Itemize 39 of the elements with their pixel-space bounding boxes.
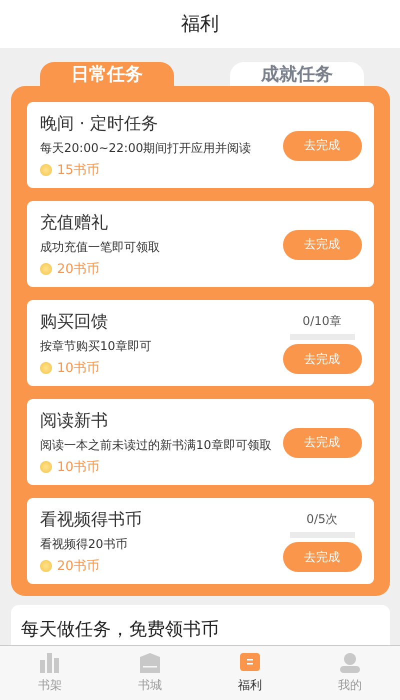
coin-icon bbox=[40, 362, 52, 374]
nav-item[interactable]: 书城 bbox=[100, 646, 200, 700]
task-title: 看视频得书币 bbox=[40, 509, 143, 531]
task-title: 阅读新书 bbox=[40, 410, 109, 432]
gift-card-icon bbox=[240, 652, 260, 672]
task-description: 每天20:00~22:00期间打开应用并阅读 bbox=[40, 140, 252, 157]
reward-text: 20书币 bbox=[57, 558, 100, 575]
nav-item[interactable]: 我的 bbox=[300, 646, 400, 700]
progress-text: 0/10章 bbox=[302, 313, 342, 330]
complete-button[interactable]: 去完成 bbox=[282, 130, 362, 160]
task-description: 看视频得20书币 bbox=[40, 536, 128, 553]
store-icon bbox=[140, 652, 160, 672]
task-tab[interactable]: 日常任务 bbox=[40, 62, 174, 86]
complete-button[interactable]: 去完成 bbox=[282, 428, 362, 458]
complete-button[interactable]: 去完成 bbox=[282, 542, 362, 572]
task-title: 晚间 · 定时任务 bbox=[40, 113, 160, 135]
reward-text: 10书币 bbox=[57, 459, 100, 476]
page-title: 福利 bbox=[181, 12, 219, 37]
task-title: 充值赠礼 bbox=[40, 212, 109, 234]
reward-text: 10书币 bbox=[57, 360, 100, 377]
task-description: 阅读一本之前未读过的新书满10章即可领取 bbox=[40, 437, 272, 454]
complete-button[interactable]: 去完成 bbox=[282, 230, 362, 260]
nav-item[interactable]: 福利 bbox=[200, 646, 300, 700]
user-icon bbox=[340, 652, 360, 672]
task-description: 按章节购买10章即可 bbox=[40, 338, 152, 355]
coin-icon bbox=[40, 560, 52, 572]
coin-icon bbox=[40, 164, 52, 176]
reward-text: 20书币 bbox=[57, 261, 100, 278]
reward-text: 15书币 bbox=[57, 162, 100, 179]
nav-item[interactable]: 书架 bbox=[0, 646, 100, 700]
bookshelf-icon bbox=[40, 652, 60, 672]
section-title: 每天做任务，免费领书币 bbox=[21, 619, 219, 640]
complete-button[interactable]: 去完成 bbox=[282, 344, 362, 374]
coin-icon bbox=[40, 461, 52, 473]
coin-icon bbox=[40, 263, 52, 275]
task-tab[interactable]: 成就任务 bbox=[230, 62, 364, 86]
task-title: 购买回馈 bbox=[40, 311, 109, 333]
task-description: 成功充值一笔即可领取 bbox=[40, 239, 161, 256]
progress-text: 0/5次 bbox=[306, 511, 338, 528]
